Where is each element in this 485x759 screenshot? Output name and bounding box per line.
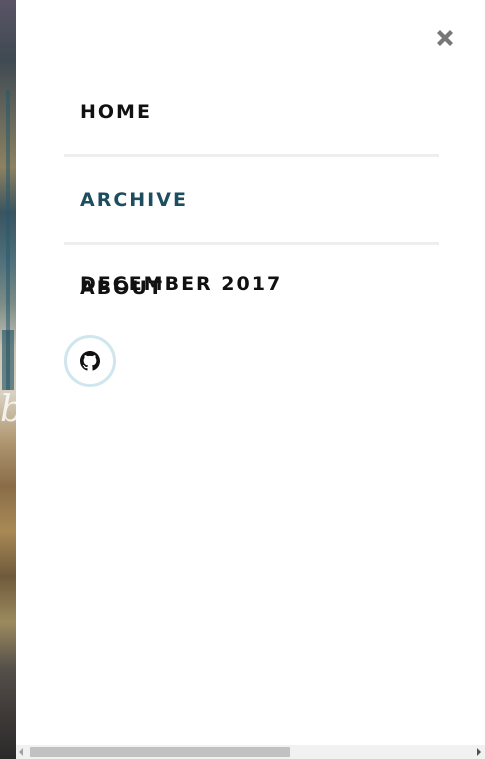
- background-image-detail: [2, 330, 14, 390]
- scroll-left-icon[interactable]: [19, 748, 23, 756]
- navigation-drawer: HOME ARCHIVE ABOUT DECEMBER 2017: [16, 0, 485, 759]
- background-title-fragment: b: [0, 392, 16, 428]
- scroll-right-icon[interactable]: [477, 748, 481, 756]
- nav-divider: [64, 242, 439, 245]
- close-button[interactable]: [431, 24, 459, 52]
- close-icon: [437, 30, 453, 46]
- overlapping-date-text: DECEMBER 2017: [80, 273, 283, 295]
- background-page: b: [0, 0, 16, 759]
- nav-link-home[interactable]: HOME: [80, 101, 152, 123]
- nav-link-archive[interactable]: ARCHIVE: [80, 189, 188, 211]
- github-button[interactable]: [64, 335, 116, 387]
- nav-divider: [64, 154, 439, 157]
- horizontal-scrollbar[interactable]: [16, 745, 485, 759]
- github-icon: [80, 351, 100, 371]
- scrollbar-thumb[interactable]: [30, 747, 290, 757]
